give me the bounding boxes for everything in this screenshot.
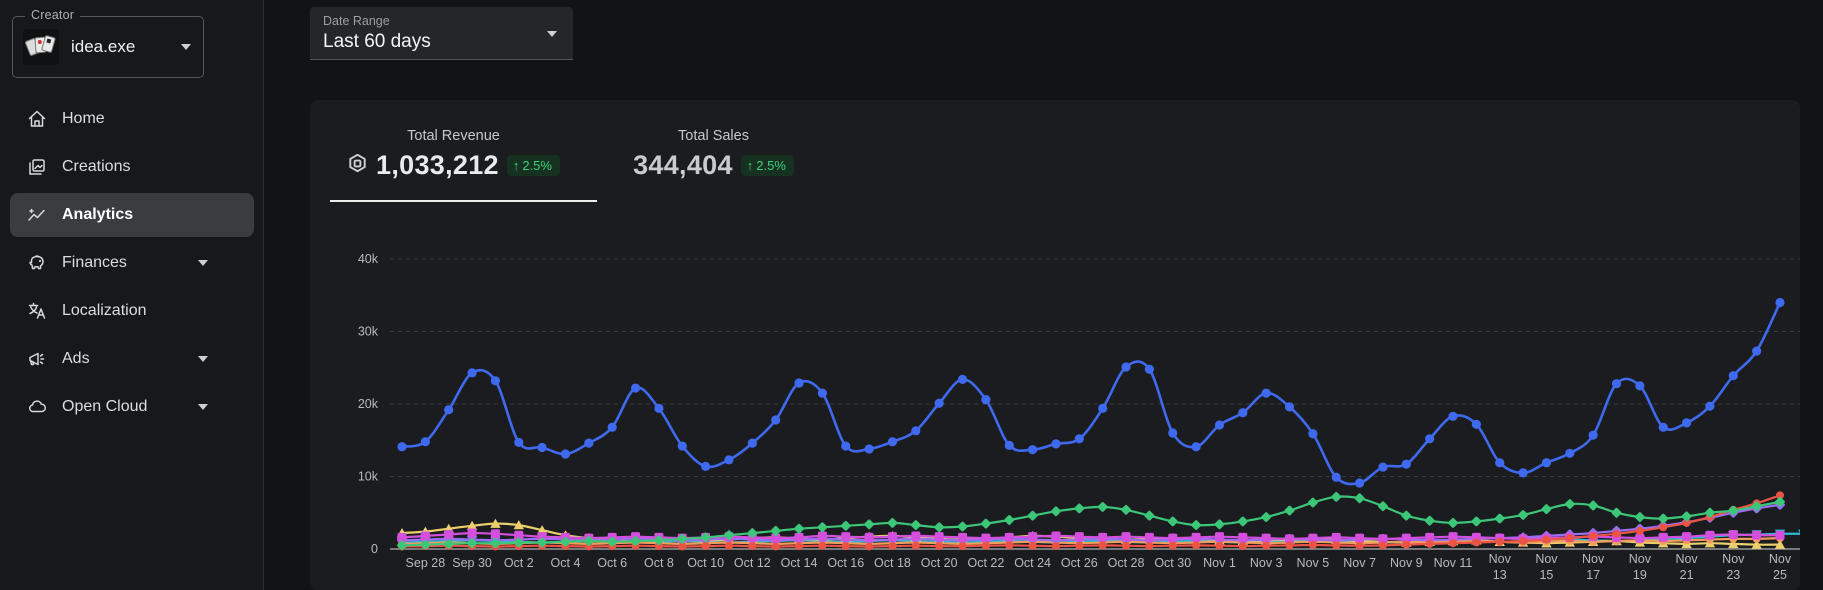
sidebar-item-home[interactable]: Home [0,95,264,143]
x-axis-tick: Sep 28 [406,556,446,570]
sidebar-item-label: Creations [62,158,131,175]
delta-badge: ↑ 2.5% [740,155,794,176]
sidebar-item-label: Finances [62,254,127,271]
y-axis-tick: 40k [358,252,379,266]
creator-dropdown[interactable]: Creator idea.exe [12,8,204,78]
x-axis-tick: Nov 21 [1675,552,1698,582]
delta-badge: ↑ 2.5% [506,155,560,176]
date-range-label: Date Range [323,14,390,28]
y-axis-tick: 30k [358,325,379,339]
creator-name: idea.exe [71,37,136,56]
x-axis-tick: Oct 28 [1108,556,1145,570]
arrow-up-icon: ↑ [512,158,520,173]
tab-total-revenue[interactable]: Total Revenue 1,033,212 ↑ 2.5% [310,100,597,202]
x-axis-tick: Nov 5 [1297,556,1330,570]
x-axis-tick: Nov 1 [1203,556,1236,570]
analytics-panel: Total Revenue 1,033,212 ↑ 2.5% Total Sale… [310,100,1800,590]
sidebar-item-label: Analytics [62,206,134,223]
x-axis-ticks: Sep 28 Sep 30 Oct 2 Oct 4 Oct 6 Oct 8 Oct 10 Oc… [406,552,1792,582]
date-range-select[interactable]: Date Range Last 60 days [310,7,573,60]
localization-icon [26,300,48,322]
y-axis-tick: 0 [371,542,378,556]
x-axis-tick: Oct 10 [687,556,724,570]
creator-avatar [23,29,59,65]
x-axis-tick: Nov 17 [1582,552,1605,582]
ads-icon [26,348,48,370]
x-axis-tick: Sep 30 [452,556,492,570]
stat-tabs: Total Revenue 1,033,212 ↑ 2.5% Total Sale… [310,100,830,202]
chevron-down-icon [547,31,557,37]
sidebar-item-label: Ads [62,350,90,367]
sidebar-item-ads[interactable]: Ads [0,335,264,383]
x-axis-tick: Oct 6 [597,556,627,570]
sidebar-nav: Home Creations Analytics Finances Locali… [0,95,264,431]
sidebar-item-open-cloud[interactable]: Open Cloud [0,383,264,431]
x-axis-tick: Nov 11 [1434,556,1473,570]
sidebar-item-localization[interactable]: Localization [0,287,264,335]
open-cloud-icon [26,396,48,418]
stat-value: 1,033,212 [376,150,499,180]
chevron-down-icon [181,44,191,50]
y-axis-tick: 20k [358,397,379,411]
x-axis-tick: Oct 22 [967,556,1004,570]
x-axis-tick: Oct 2 [504,556,534,570]
active-tab-indicator [330,200,597,202]
chevron-down-icon [198,260,208,266]
x-axis-tick: Oct 18 [874,556,911,570]
y-axis-tick: 10k [358,470,379,484]
sidebar-item-label: Home [62,110,105,127]
x-axis-tick: Nov 13 [1489,552,1512,582]
creations-icon [26,156,48,178]
x-axis-tick: Oct 24 [1014,556,1051,570]
sidebar-item-label: Localization [62,302,147,319]
stat-label: Total Revenue [407,128,500,144]
sidebar-item-finances[interactable]: Finances [0,239,264,287]
x-axis-tick: Nov 3 [1250,556,1283,570]
chevron-down-icon [198,356,208,362]
x-axis-tick: Oct 20 [921,556,958,570]
arrow-up-icon: ↑ [746,158,754,173]
stat-value: 344,404 [633,150,733,180]
x-axis-tick: Nov 19 [1629,552,1652,582]
sidebar-item-label: Open Cloud [62,398,148,415]
x-axis-tick: Nov 9 [1390,556,1423,570]
robux-icon [347,153,368,179]
x-axis-tick: Nov 7 [1343,556,1376,570]
x-axis-tick: Oct 16 [827,556,864,570]
x-axis-tick: Nov 23 [1722,552,1745,582]
sidebar: Creator idea.exe Home Creations Analytic… [0,0,264,590]
home-icon [26,108,48,130]
sidebar-item-analytics[interactable]: Analytics [0,191,264,239]
date-range-value: Last 60 days [323,31,431,52]
finances-icon [26,252,48,274]
x-axis-tick: Oct 8 [644,556,674,570]
x-axis-tick: Nov 15 [1535,552,1558,582]
sidebar-item-creations[interactable]: Creations [0,143,264,191]
x-axis-tick: Oct 12 [734,556,771,570]
analytics-dashboard: Creator idea.exe Home Creations Analytic… [0,0,1823,590]
stat-label: Total Sales [678,128,749,144]
x-axis-tick: Oct 30 [1154,556,1191,570]
analytics-icon [26,204,48,226]
x-axis-tick: Nov 25 [1769,552,1792,582]
chevron-down-icon [198,404,208,410]
x-axis-tick: Oct 26 [1061,556,1098,570]
tab-total-sales[interactable]: Total Sales 344,404 ↑ 2.5% [597,100,830,202]
delta-value: 2.5% [522,158,552,173]
x-axis-tick: Oct 14 [781,556,818,570]
x-axis-tick: Oct 4 [551,556,581,570]
series-blue [397,297,1785,488]
delta-value: 2.5% [756,158,786,173]
creator-dropdown-label: Creator [25,8,81,22]
